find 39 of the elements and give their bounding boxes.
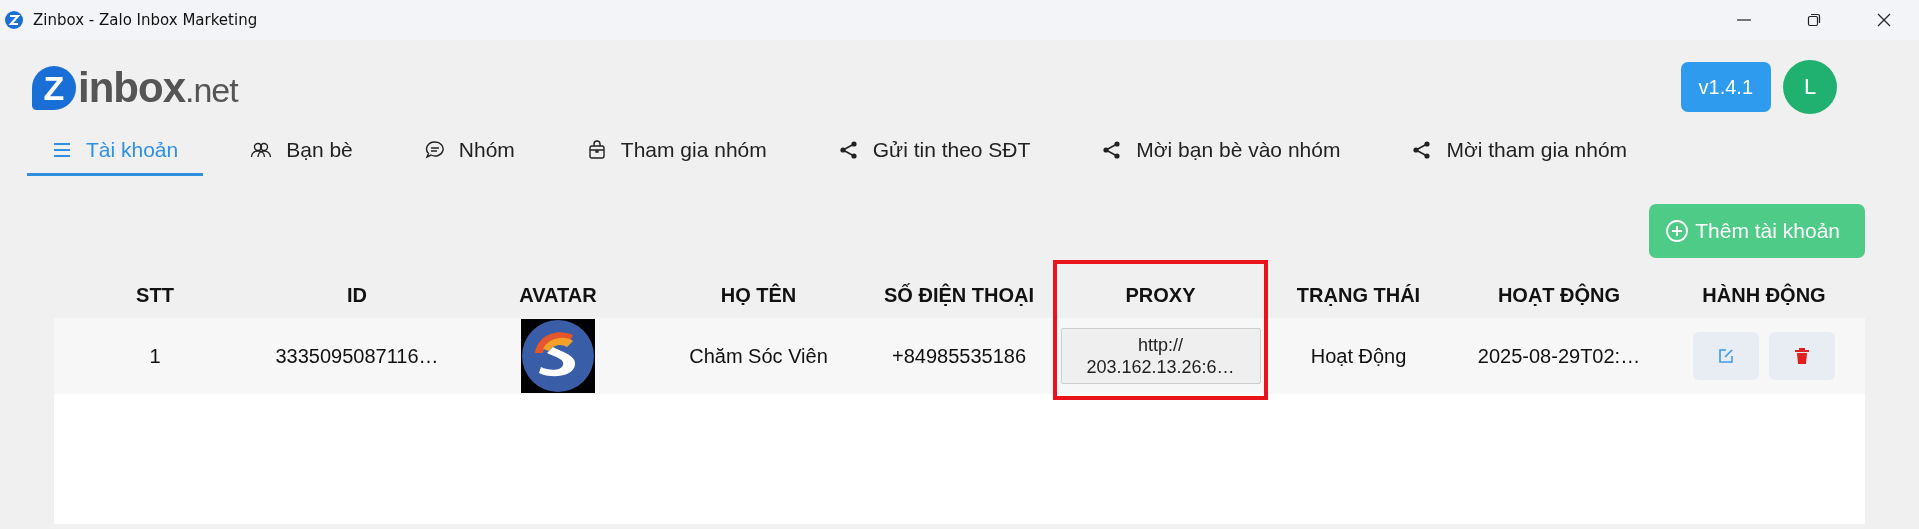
tab[interactable]: Tham gia nhóm [561,126,792,176]
table-cell: Chăm Sóc Viên [689,344,828,368]
restore-icon [1806,12,1822,28]
tab[interactable]: Mời tham gia nhóm [1387,126,1653,176]
delete-button[interactable] [1769,332,1835,380]
column-header: HỌ TÊN [719,282,798,308]
plus-circle-icon [1665,219,1690,243]
column-header: AVATAR [518,282,598,308]
app-icon [4,10,24,30]
column-header: SỐ ĐIỆN THOẠI [883,282,1035,308]
minimize-icon [1737,19,1751,21]
chat-icon [424,139,445,160]
column-header: PROXY [1124,282,1197,308]
table-cell: 2025-08-29T02:… [1477,344,1641,368]
share-icon [838,139,859,160]
table-cell: 3335095087116… [275,344,439,368]
table-cell: Hoạt Động [1310,344,1407,368]
edit-icon [1717,347,1735,365]
tab[interactable]: Nhóm [399,126,540,176]
column-header: HOẠT ĐỘNG [1496,282,1622,308]
bag-icon [586,139,607,160]
column-header: HÀNH ĐỘNG [1701,282,1827,308]
close-icon [1876,12,1892,28]
column-header: TRẠNG THÁI [1295,282,1422,308]
edit-button[interactable] [1693,332,1759,380]
window-title: Zinbox - Zalo Inbox Marketing [33,11,258,29]
proxy-button[interactable]: http:// 203.162.13.26:6… [1060,328,1261,384]
tab[interactable]: Gửi tin theo SĐT [813,126,1056,176]
table-cell: +84985535186 [891,344,1026,368]
tab[interactable]: Mời bạn bè vào nhóm [1077,126,1366,176]
column-header: ID [346,282,368,308]
logo-mark: Z [32,66,76,110]
column-header: STT [135,282,175,308]
table-cell: 1 [149,344,161,368]
share-icon [1102,139,1123,160]
tab[interactable]: Bạn bè [225,126,378,176]
trash-icon [1793,347,1811,365]
share-icon [1412,139,1433,160]
logo-text: inbox.net [78,64,238,112]
